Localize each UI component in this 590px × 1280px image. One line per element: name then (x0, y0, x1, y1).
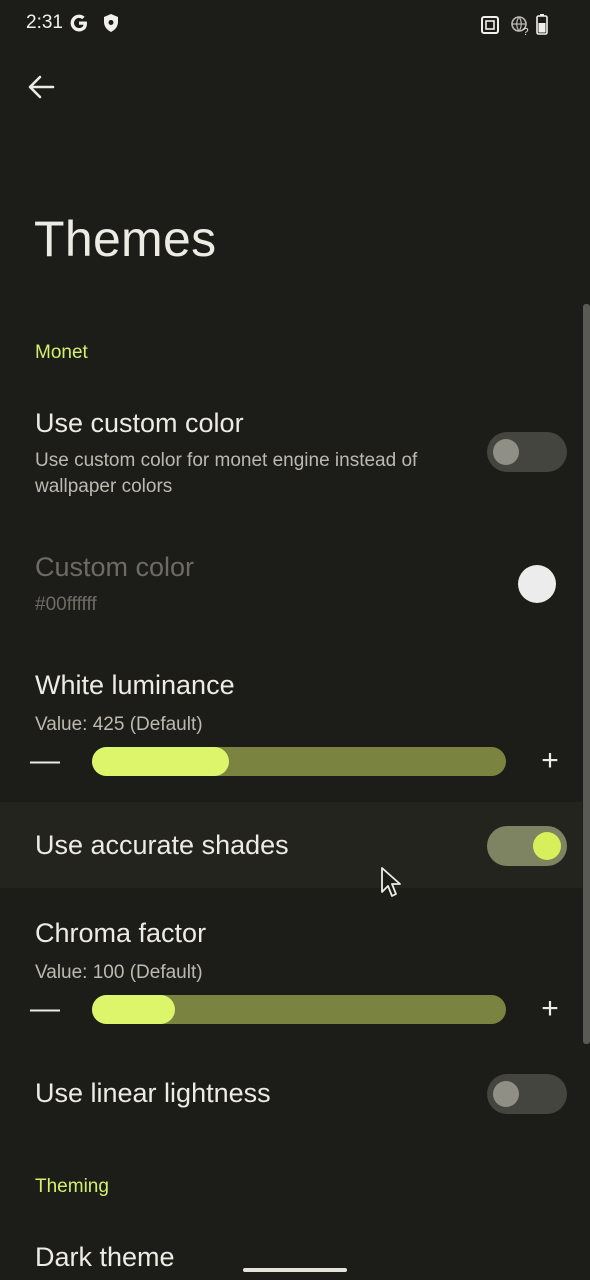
switch-knob (493, 439, 519, 465)
white-luminance-value: Value: 425 (Default) (35, 714, 203, 735)
svg-text:?: ? (523, 27, 529, 36)
chroma-factor-value: Value: 100 (Default) (35, 962, 203, 983)
switch-knob (533, 832, 561, 860)
use-custom-color-switch[interactable] (487, 432, 567, 472)
chroma-factor-increase-button[interactable]: + (535, 994, 565, 1024)
white-luminance-title: White luminance (35, 670, 235, 700)
use-accurate-shades-switch[interactable] (487, 826, 567, 866)
custom-color-swatch[interactable] (518, 565, 556, 603)
use-custom-color-title: Use custom color (35, 408, 244, 438)
network-question-icon: ? (509, 14, 531, 36)
chroma-factor-slider-fill (92, 995, 175, 1024)
use-accurate-shades-title: Use accurate shades (35, 830, 289, 860)
section-header-monet: Monet (35, 342, 88, 363)
mouse-cursor-icon (380, 866, 404, 900)
use-linear-lightness-switch[interactable] (487, 1074, 567, 1114)
plus-icon: + (541, 744, 559, 777)
minus-icon: — (30, 992, 60, 1025)
use-linear-lightness-title: Use linear lightness (35, 1078, 271, 1108)
google-g-icon (68, 12, 90, 34)
dark-theme-title[interactable]: Dark theme (35, 1242, 175, 1273)
white-luminance-slider-fill (92, 747, 229, 776)
custom-color-value: #00ffffff (35, 594, 97, 615)
chroma-factor-decrease-button[interactable]: — (30, 994, 60, 1024)
section-header-theming: Theming (35, 1176, 109, 1197)
chroma-factor-slider[interactable] (92, 995, 506, 1024)
scrollbar[interactable] (583, 304, 590, 1044)
plus-icon: + (541, 992, 559, 1025)
arrow-back-icon (28, 75, 55, 99)
switch-knob (493, 1081, 519, 1107)
back-button[interactable] (24, 70, 58, 104)
chroma-factor-title: Chroma factor (35, 918, 207, 948)
white-luminance-increase-button[interactable]: + (535, 746, 565, 776)
shield-icon (101, 13, 121, 33)
custom-color-title: Custom color (35, 552, 195, 582)
page-title: Themes (34, 211, 217, 267)
use-custom-color-subtitle: Use custom color for monet engine instea… (35, 450, 418, 497)
nfc-icon (479, 14, 501, 36)
gesture-navigation-bar[interactable] (243, 1268, 347, 1272)
white-luminance-slider[interactable] (92, 747, 506, 776)
status-time: 2:31 (26, 12, 63, 33)
white-luminance-decrease-button[interactable]: — (30, 746, 60, 776)
minus-icon: — (30, 744, 60, 777)
battery-icon (535, 13, 549, 35)
